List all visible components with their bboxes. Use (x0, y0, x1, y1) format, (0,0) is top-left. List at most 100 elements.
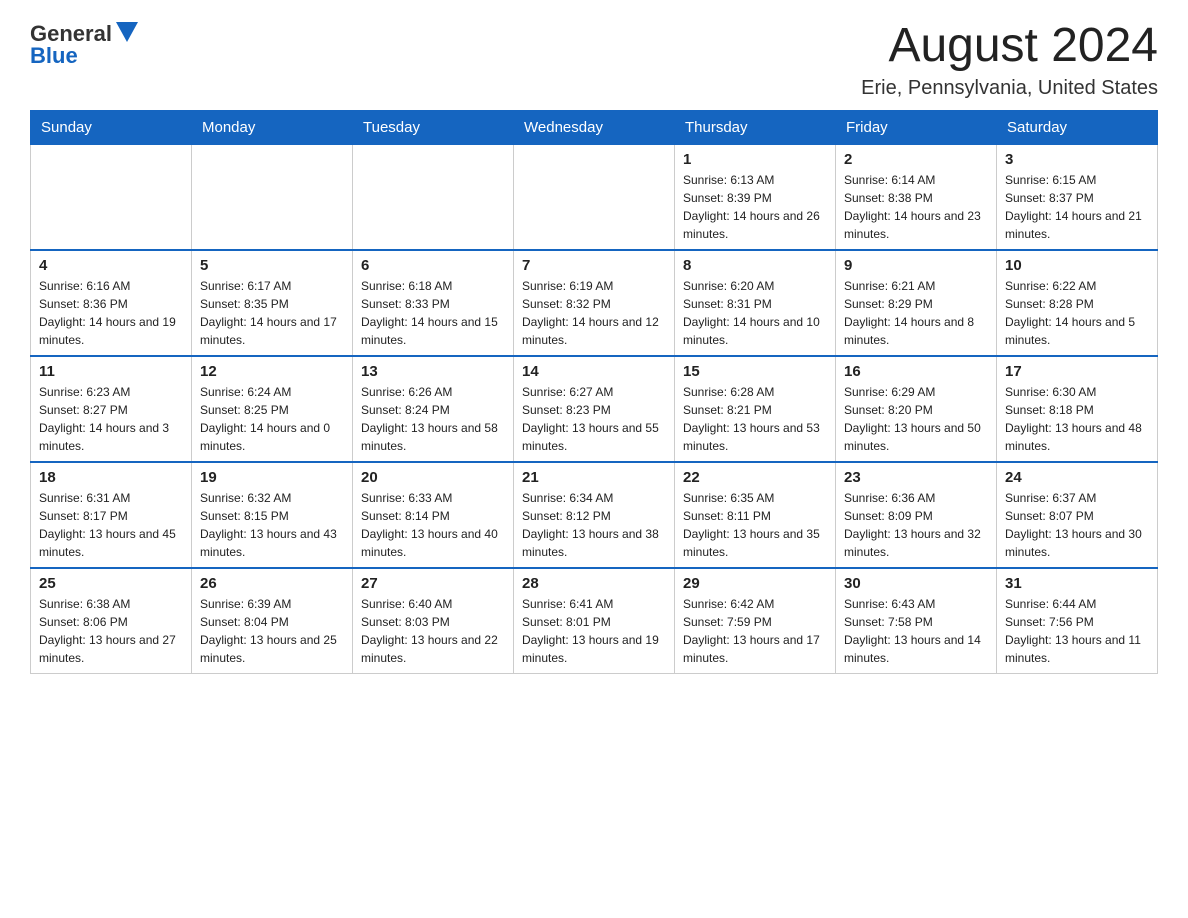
calendar-cell: 6 Sunrise: 6:18 AMSunset: 8:33 PMDaylight… (353, 250, 514, 356)
calendar-cell (514, 144, 675, 250)
day-info: Sunrise: 6:21 AMSunset: 8:29 PMDaylight:… (844, 277, 988, 349)
calendar-header-friday: Friday (836, 110, 997, 144)
day-info: Sunrise: 6:19 AMSunset: 8:32 PMDaylight:… (522, 277, 666, 349)
day-info: Sunrise: 6:31 AMSunset: 8:17 PMDaylight:… (39, 489, 183, 561)
day-number: 6 (361, 257, 505, 274)
day-number: 9 (844, 257, 988, 274)
calendar-table: SundayMondayTuesdayWednesdayThursdayFrid… (30, 110, 1158, 674)
calendar-week-row: 4 Sunrise: 6:16 AMSunset: 8:36 PMDaylight… (31, 250, 1158, 356)
day-number: 26 (200, 575, 344, 592)
calendar-week-row: 11Sunrise: 6:23 AMSunset: 8:27 PMDayligh… (31, 356, 1158, 462)
day-number: 30 (844, 575, 988, 592)
day-number: 12 (200, 363, 344, 380)
calendar-header-monday: Monday (192, 110, 353, 144)
day-info: Sunrise: 6:38 AMSunset: 8:06 PMDaylight:… (39, 595, 183, 667)
calendar-cell: 22 Sunrise: 6:35 AMSunset: 8:11 PMDayligh… (675, 462, 836, 568)
day-info: Sunrise: 6:13 AMSunset: 8:39 PMDaylight:… (683, 171, 827, 243)
calendar-cell: 7 Sunrise: 6:19 AMSunset: 8:32 PMDaylight… (514, 250, 675, 356)
day-number: 11 (39, 363, 183, 380)
calendar-cell: 10Sunrise: 6:22 AMSunset: 8:28 PMDayligh… (997, 250, 1158, 356)
calendar-cell: 24 Sunrise: 6:37 AMSunset: 8:07 PMDayligh… (997, 462, 1158, 568)
calendar-cell: 5Sunrise: 6:17 AMSunset: 8:35 PMDaylight… (192, 250, 353, 356)
calendar-cell: 2 Sunrise: 6:14 AMSunset: 8:38 PMDaylight… (836, 144, 997, 250)
day-number: 27 (361, 575, 505, 592)
day-number: 17 (1005, 363, 1149, 380)
day-info: Sunrise: 6:17 AMSunset: 8:35 PMDaylight:… (200, 277, 344, 349)
calendar-cell: 26 Sunrise: 6:39 AMSunset: 8:04 PMDayligh… (192, 568, 353, 674)
day-info: Sunrise: 6:29 AMSunset: 8:20 PMDaylight:… (844, 383, 988, 455)
day-info: Sunrise: 6:27 AMSunset: 8:23 PMDaylight:… (522, 383, 666, 455)
day-number: 13 (361, 363, 505, 380)
day-info: Sunrise: 6:39 AMSunset: 8:04 PMDaylight:… (200, 595, 344, 667)
day-info: Sunrise: 6:18 AMSunset: 8:33 PMDaylight:… (361, 277, 505, 349)
logo-arrow-icon (116, 22, 138, 42)
calendar-cell: 11Sunrise: 6:23 AMSunset: 8:27 PMDayligh… (31, 356, 192, 462)
calendar-cell: 15Sunrise: 6:28 AMSunset: 8:21 PMDayligh… (675, 356, 836, 462)
calendar-cell: 9 Sunrise: 6:21 AMSunset: 8:29 PMDaylight… (836, 250, 997, 356)
calendar-cell (192, 144, 353, 250)
calendar-header-saturday: Saturday (997, 110, 1158, 144)
day-number: 4 (39, 257, 183, 274)
day-info: Sunrise: 6:24 AMSunset: 8:25 PMDaylight:… (200, 383, 344, 455)
calendar-cell: 8 Sunrise: 6:20 AMSunset: 8:31 PMDaylight… (675, 250, 836, 356)
calendar-cell (31, 144, 192, 250)
day-number: 3 (1005, 151, 1149, 168)
month-title: August 2024 (861, 20, 1158, 73)
day-info: Sunrise: 6:42 AMSunset: 7:59 PMDaylight:… (683, 595, 827, 667)
day-number: 20 (361, 469, 505, 486)
calendar-cell: 16 Sunrise: 6:29 AMSunset: 8:20 PMDayligh… (836, 356, 997, 462)
day-number: 14 (522, 363, 666, 380)
day-info: Sunrise: 6:22 AMSunset: 8:28 PMDaylight:… (1005, 277, 1149, 349)
day-number: 23 (844, 469, 988, 486)
day-number: 21 (522, 469, 666, 486)
page-header: General Blue August 2024 Erie, Pennsylva… (30, 20, 1158, 100)
day-info: Sunrise: 6:14 AMSunset: 8:38 PMDaylight:… (844, 171, 988, 243)
calendar-cell: 4 Sunrise: 6:16 AMSunset: 8:36 PMDaylight… (31, 250, 192, 356)
calendar-cell: 13 Sunrise: 6:26 AMSunset: 8:24 PMDayligh… (353, 356, 514, 462)
day-info: Sunrise: 6:32 AMSunset: 8:15 PMDaylight:… (200, 489, 344, 561)
day-info: Sunrise: 6:44 AMSunset: 7:56 PMDaylight:… (1005, 595, 1149, 667)
day-number: 2 (844, 151, 988, 168)
calendar-cell (353, 144, 514, 250)
calendar-header-tuesday: Tuesday (353, 110, 514, 144)
day-info: Sunrise: 6:37 AMSunset: 8:07 PMDaylight:… (1005, 489, 1149, 561)
day-info: Sunrise: 6:30 AMSunset: 8:18 PMDaylight:… (1005, 383, 1149, 455)
day-number: 15 (683, 363, 827, 380)
day-number: 22 (683, 469, 827, 486)
day-info: Sunrise: 6:34 AMSunset: 8:12 PMDaylight:… (522, 489, 666, 561)
day-info: Sunrise: 6:26 AMSunset: 8:24 PMDaylight:… (361, 383, 505, 455)
calendar-header-row: SundayMondayTuesdayWednesdayThursdayFrid… (31, 110, 1158, 144)
calendar-cell: 21 Sunrise: 6:34 AMSunset: 8:12 PMDayligh… (514, 462, 675, 568)
calendar-cell: 14 Sunrise: 6:27 AMSunset: 8:23 PMDayligh… (514, 356, 675, 462)
day-info: Sunrise: 6:36 AMSunset: 8:09 PMDaylight:… (844, 489, 988, 561)
calendar-cell: 19 Sunrise: 6:32 AMSunset: 8:15 PMDayligh… (192, 462, 353, 568)
title-block: August 2024 Erie, Pennsylvania, United S… (861, 20, 1158, 100)
day-info: Sunrise: 6:40 AMSunset: 8:03 PMDaylight:… (361, 595, 505, 667)
day-info: Sunrise: 6:16 AMSunset: 8:36 PMDaylight:… (39, 277, 183, 349)
calendar-cell: 31Sunrise: 6:44 AMSunset: 7:56 PMDayligh… (997, 568, 1158, 674)
calendar-week-row: 18Sunrise: 6:31 AMSunset: 8:17 PMDayligh… (31, 462, 1158, 568)
day-info: Sunrise: 6:20 AMSunset: 8:31 PMDaylight:… (683, 277, 827, 349)
calendar-header-sunday: Sunday (31, 110, 192, 144)
day-number: 16 (844, 363, 988, 380)
calendar-cell: 25 Sunrise: 6:38 AMSunset: 8:06 PMDayligh… (31, 568, 192, 674)
day-info: Sunrise: 6:35 AMSunset: 8:11 PMDaylight:… (683, 489, 827, 561)
day-number: 8 (683, 257, 827, 274)
calendar-header-thursday: Thursday (675, 110, 836, 144)
calendar-cell: 23 Sunrise: 6:36 AMSunset: 8:09 PMDayligh… (836, 462, 997, 568)
calendar-cell: 27 Sunrise: 6:40 AMSunset: 8:03 PMDayligh… (353, 568, 514, 674)
day-number: 19 (200, 469, 344, 486)
day-number: 7 (522, 257, 666, 274)
calendar-week-row: 1 Sunrise: 6:13 AMSunset: 8:39 PMDaylight… (31, 144, 1158, 250)
calendar-cell: 3 Sunrise: 6:15 AMSunset: 8:37 PMDaylight… (997, 144, 1158, 250)
day-number: 25 (39, 575, 183, 592)
calendar-cell: 29 Sunrise: 6:42 AMSunset: 7:59 PMDayligh… (675, 568, 836, 674)
day-number: 1 (683, 151, 827, 168)
day-number: 28 (522, 575, 666, 592)
day-info: Sunrise: 6:15 AMSunset: 8:37 PMDaylight:… (1005, 171, 1149, 243)
day-info: Sunrise: 6:33 AMSunset: 8:14 PMDaylight:… (361, 489, 505, 561)
day-number: 29 (683, 575, 827, 592)
calendar-cell: 28Sunrise: 6:41 AMSunset: 8:01 PMDayligh… (514, 568, 675, 674)
calendar-cell: 20 Sunrise: 6:33 AMSunset: 8:14 PMDayligh… (353, 462, 514, 568)
day-number: 24 (1005, 469, 1149, 486)
